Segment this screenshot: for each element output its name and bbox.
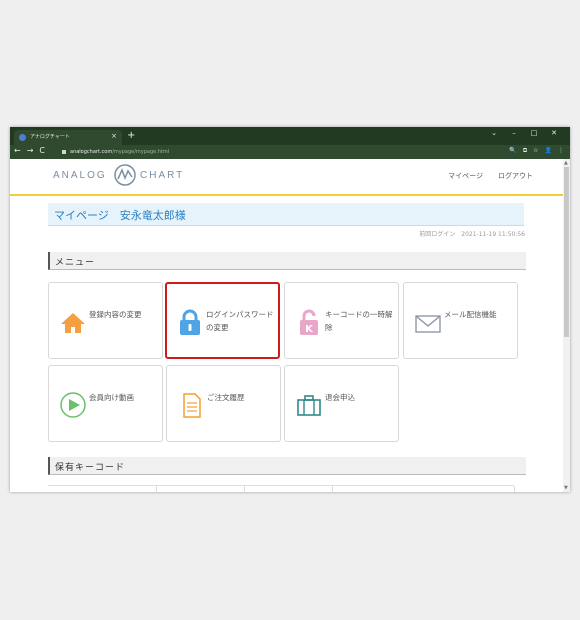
- menu-section-heading: メニュー: [48, 252, 526, 270]
- zoom-icon[interactable]: 🔍: [509, 147, 516, 154]
- menu-heading-label: メニュー: [55, 258, 96, 268]
- menu-card-mail[interactable]: メール配信機能: [403, 282, 518, 359]
- table-header-cell: [48, 486, 157, 492]
- keycode-section-heading: 保有キーコード: [48, 457, 526, 475]
- menu-label-orders: ご注文履歴: [207, 393, 245, 402]
- url-path: /mypage/mypage.html: [112, 149, 170, 155]
- table-header-cell: [332, 486, 515, 492]
- menu-card-keycode-unlock[interactable]: K キーコードの一時解除: [284, 282, 399, 359]
- browser-window: アナログチャート × + ⌄ – □ ✕ ← → C analogchart.com/my…: [10, 127, 570, 492]
- new-tab-button[interactable]: +: [127, 130, 135, 142]
- logo-mark-icon: [114, 164, 136, 186]
- last-login-text: 前回ログイン 2021-11-19 11:50:56: [419, 231, 525, 238]
- page-scrollbar[interactable]: ▲ ▼: [563, 159, 570, 492]
- menu-card-orders[interactable]: ご注文履歴: [166, 365, 281, 442]
- lock-icon: [62, 149, 66, 154]
- url-field[interactable]: analogchart.com/mypage/mypage.html: [62, 149, 169, 155]
- keycode-table: [48, 485, 515, 492]
- menu-label-keycode-unlock: キーコードの一時解除: [325, 310, 393, 332]
- menu-card-profile[interactable]: 登録内容の変更: [48, 282, 163, 359]
- lock-icon: [180, 309, 200, 335]
- mypage-link[interactable]: マイページ: [448, 172, 483, 180]
- scroll-thumb[interactable]: [564, 167, 569, 337]
- document-icon: [183, 393, 201, 418]
- address-bar: ← → C analogchart.com/mypage/mypage.html 🔍…: [10, 145, 570, 159]
- mail-icon: [415, 315, 441, 333]
- scroll-up-icon[interactable]: ▲: [564, 160, 568, 166]
- browser-tools: 🔍 ⧉ ☆ 👤 ⋮: [503, 147, 564, 155]
- tab-title: アナログチャート: [30, 134, 70, 140]
- page-title-bar: マイページ 安永竜太郎様: [48, 203, 524, 226]
- menu-label-password: ログインパスワードの変更: [206, 310, 274, 332]
- house-icon: [61, 313, 85, 333]
- menu-card-withdraw[interactable]: 退会申込: [284, 365, 399, 442]
- share-icon[interactable]: ⧉: [523, 147, 527, 154]
- logo-text-right: CHART: [140, 170, 185, 181]
- menu-card-password[interactable]: ログインパスワードの変更: [165, 282, 280, 359]
- back-icon[interactable]: ←: [14, 146, 21, 155]
- menu-label-video: 会員向け動画: [89, 393, 134, 402]
- table-header-cell: [244, 486, 333, 492]
- bookmark-star-icon[interactable]: ☆: [533, 147, 538, 154]
- briefcase-icon: [297, 395, 321, 416]
- window-controls: ⌄ – □ ✕: [484, 129, 564, 137]
- keylock-icon: K: [300, 309, 318, 335]
- maximize-button[interactable]: □: [524, 129, 544, 137]
- svg-text:K: K: [305, 324, 314, 335]
- menu-card-video[interactable]: 会員向け動画: [48, 365, 163, 442]
- browser-tab[interactable]: アナログチャート ×: [14, 130, 122, 145]
- favicon-icon: [19, 134, 26, 141]
- header-nav: マイページ ログアウト: [433, 171, 533, 181]
- site-header: ANALOG CHART マイページ ログアウト: [10, 159, 563, 196]
- menu-kebab-icon[interactable]: ⋮: [558, 147, 564, 154]
- tab-search-button[interactable]: ⌄: [484, 129, 504, 137]
- logout-link[interactable]: ログアウト: [498, 172, 533, 180]
- reload-icon[interactable]: C: [39, 146, 45, 155]
- menu-label-mail: メール配信機能: [444, 310, 497, 319]
- menu-label-profile: 登録内容の変更: [89, 310, 142, 319]
- profile-icon[interactable]: 👤: [545, 147, 552, 154]
- minimize-button[interactable]: –: [504, 129, 524, 137]
- tab-strip: アナログチャート × + ⌄ – □ ✕: [10, 127, 570, 145]
- logo-text-left: ANALOG: [53, 170, 107, 181]
- tab-close-button[interactable]: ×: [111, 132, 117, 140]
- site-logo[interactable]: ANALOG CHART: [53, 163, 183, 187]
- scroll-down-icon[interactable]: ▼: [564, 485, 568, 491]
- table-header-cell: [156, 486, 245, 492]
- page-title: マイページ 安永竜太郎様: [54, 209, 186, 222]
- close-window-button[interactable]: ✕: [544, 129, 564, 137]
- forward-icon[interactable]: →: [27, 146, 34, 155]
- url-host: analogchart.com: [70, 149, 113, 155]
- play-icon: [60, 392, 86, 418]
- nav-buttons: ← → C: [14, 146, 51, 155]
- keycode-heading-label: 保有キーコード: [55, 463, 126, 473]
- menu-label-withdraw: 退会申込: [325, 393, 355, 402]
- page-content: ANALOG CHART マイページ ログアウト マイページ 安永竜太郎様 前回ロ…: [10, 159, 563, 492]
